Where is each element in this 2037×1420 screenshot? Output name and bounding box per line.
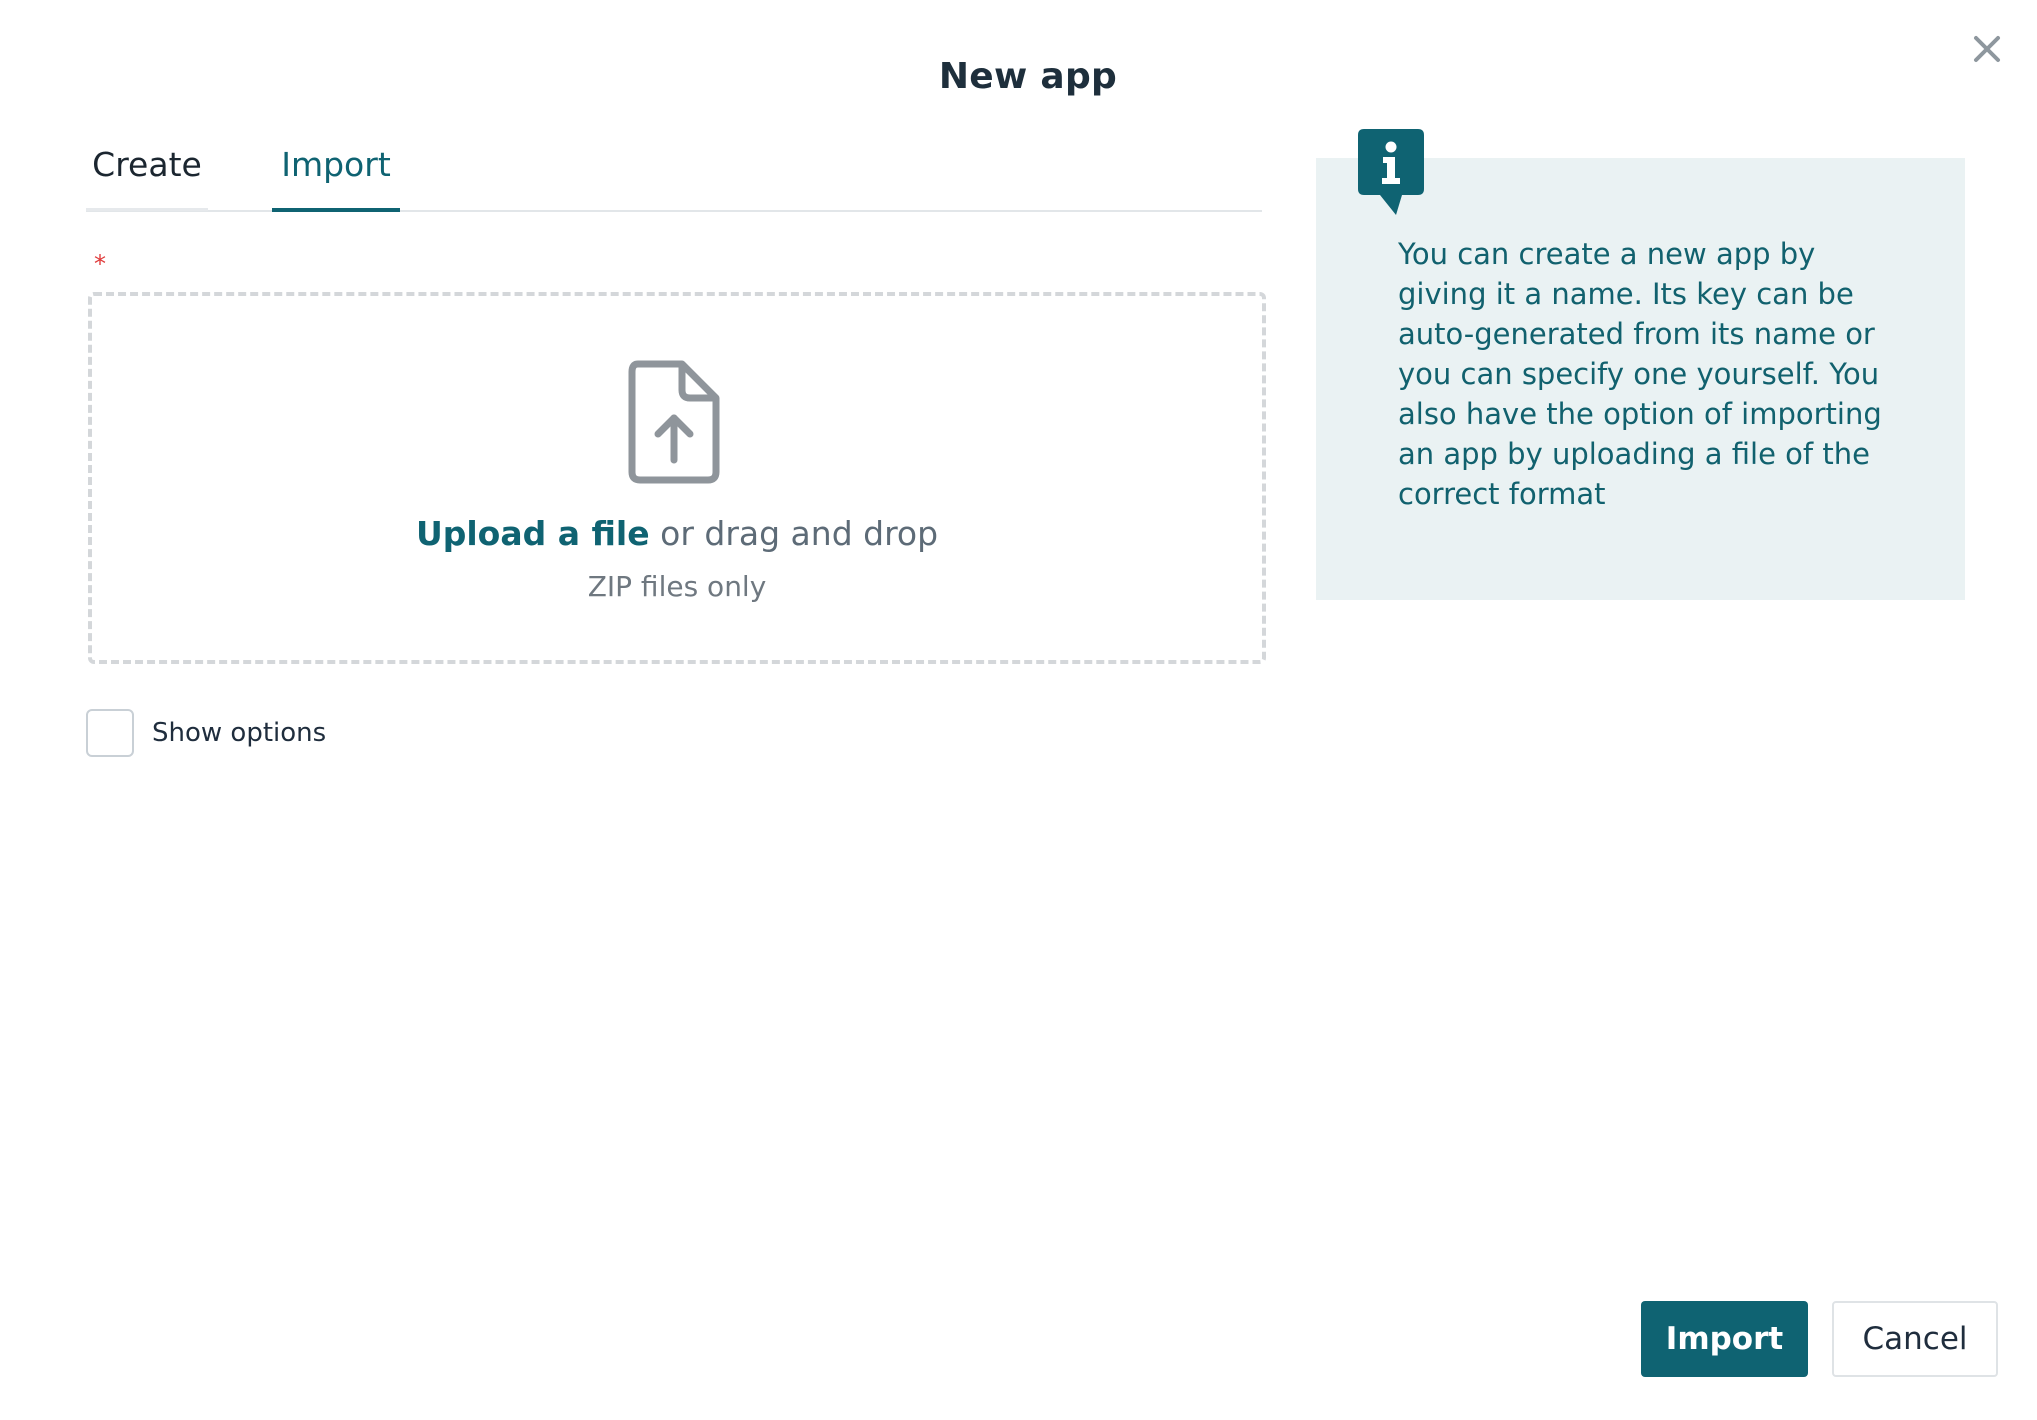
file-upload-icon <box>628 360 720 484</box>
show-options-checkbox[interactable] <box>86 709 134 757</box>
info-text: You can create a new app by giving it a … <box>1398 237 1882 511</box>
cancel-button[interactable]: Cancel <box>1832 1301 1998 1377</box>
new-app-dialog: New app Create Import * Upload a file or… <box>0 0 2037 1420</box>
drag-drop-text: or drag and drop <box>649 514 939 553</box>
import-button[interactable]: Import <box>1641 1301 1808 1377</box>
upload-instructions: Upload a file or drag and drop <box>92 514 1262 553</box>
file-type-hint: ZIP files only <box>587 570 767 603</box>
file-dropzone[interactable]: Upload a file or drag and drop ZIP files… <box>88 292 1266 664</box>
show-options-label[interactable]: Show options <box>152 718 326 748</box>
dialog-title: New app <box>938 56 1118 97</box>
upload-file-link[interactable]: Upload a file <box>416 514 650 553</box>
tab-import[interactable]: Import <box>272 140 400 212</box>
info-icon <box>1358 129 1424 215</box>
required-marker: * <box>94 250 106 278</box>
tab-bar: Create Import <box>86 140 1262 212</box>
show-options-row: Show options <box>86 709 326 757</box>
tab-create[interactable]: Create <box>86 140 208 211</box>
